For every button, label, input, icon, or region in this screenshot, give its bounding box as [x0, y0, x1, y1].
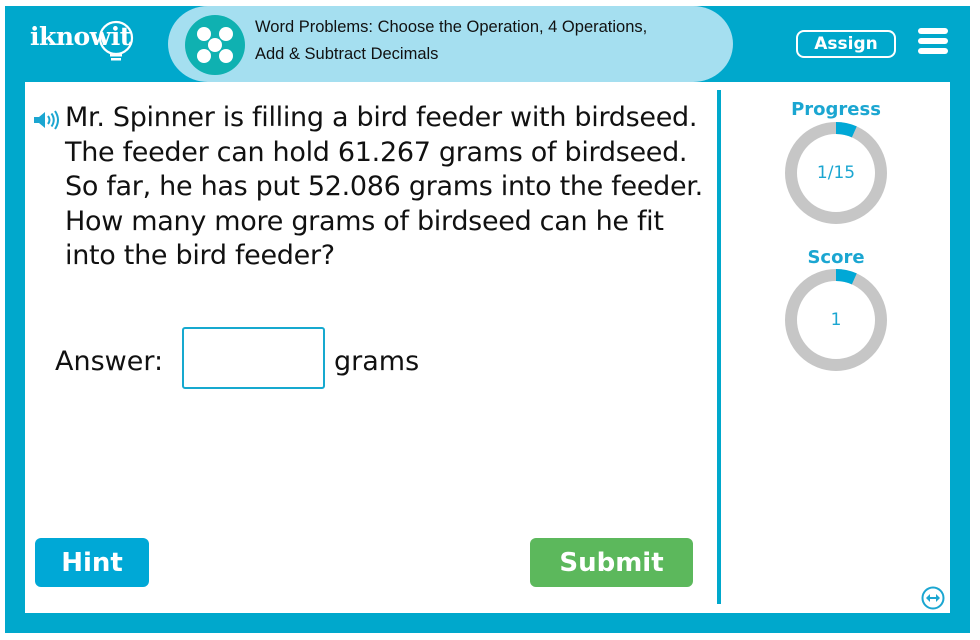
speaker-icon[interactable] [33, 110, 61, 130]
hamburger-menu-icon[interactable] [918, 28, 950, 54]
panel-divider [717, 90, 721, 604]
activity-title: Word Problems: Choose the Operation, 4 O… [255, 18, 648, 63]
answer-input[interactable] [182, 327, 325, 389]
five-dots-icon [185, 15, 245, 75]
answer-label: Answer: [55, 346, 164, 377]
unit-label: grams [334, 346, 420, 377]
question-text: Mr. Spinner is filling a bird feeder wit… [65, 102, 703, 271]
progress-value: 1/15 [816, 163, 856, 183]
lightbulb-icon [98, 20, 134, 61]
score-label: Score [807, 247, 865, 268]
hint-button[interactable]: Hint [35, 538, 149, 587]
double-arrow-icon[interactable] [921, 586, 945, 610]
submit-button[interactable]: Submit [530, 538, 693, 587]
assign-button[interactable]: Assign [796, 30, 896, 58]
score-value: 1 [830, 310, 842, 330]
progress-label: Progress [791, 99, 881, 120]
